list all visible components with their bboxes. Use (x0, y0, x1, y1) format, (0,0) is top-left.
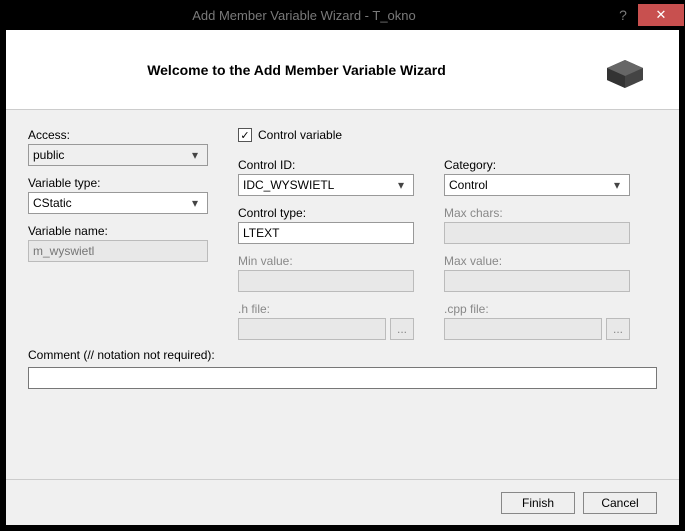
titlebar: Add Member Variable Wizard - T_okno ? ✕ (0, 0, 685, 30)
variable-type-select[interactable]: CStatic ▾ (28, 192, 208, 214)
max-value-label: Max value: (444, 254, 630, 268)
chevron-down-icon: ▾ (187, 148, 203, 162)
column-middle: ✓ Control variable Control ID: IDC_WYSWI… (238, 128, 414, 350)
min-value-label: Min value: (238, 254, 414, 268)
chevron-down-icon: ▾ (609, 178, 625, 192)
form-content: Access: public ▾ Variable type: CStatic … (6, 110, 679, 360)
control-type-input[interactable] (238, 222, 414, 244)
control-type-label: Control type: (238, 206, 414, 220)
box-icon (599, 50, 651, 90)
wizard-window: Add Member Variable Wizard - T_okno ? ✕ … (0, 0, 685, 531)
h-file-label: .h file: (238, 302, 414, 316)
control-id-label: Control ID: (238, 158, 414, 172)
control-variable-checkbox[interactable]: ✓ (238, 128, 252, 142)
access-label: Access: (28, 128, 208, 142)
close-icon: ✕ (656, 7, 667, 23)
help-button[interactable]: ? (608, 7, 638, 23)
variable-type-value: CStatic (33, 196, 187, 210)
cpp-file-label: .cpp file: (444, 302, 630, 316)
variable-name-label: Variable name: (28, 224, 208, 238)
category-value: Control (449, 178, 609, 192)
footer: Finish Cancel (6, 479, 679, 525)
finish-button[interactable]: Finish (501, 492, 575, 514)
window-title: Add Member Variable Wizard - T_okno (0, 8, 608, 23)
access-select[interactable]: public ▾ (28, 144, 208, 166)
column-right: Category: Control ▾ Max chars: Max value… (444, 128, 630, 350)
close-button[interactable]: ✕ (638, 4, 684, 26)
comment-section: Comment (// notation not required): (28, 348, 657, 389)
control-variable-checkbox-row[interactable]: ✓ Control variable (238, 128, 414, 142)
chevron-down-icon: ▾ (393, 178, 409, 192)
chevron-down-icon: ▾ (187, 196, 203, 210)
max-value-input (444, 270, 630, 292)
header-title: Welcome to the Add Member Variable Wizar… (34, 62, 599, 78)
category-label: Category: (444, 158, 630, 172)
max-chars-input (444, 222, 630, 244)
comment-input[interactable] (28, 367, 657, 389)
wizard-body: Welcome to the Add Member Variable Wizar… (6, 30, 679, 525)
cpp-file-input (444, 318, 602, 340)
h-file-input (238, 318, 386, 340)
max-chars-label: Max chars: (444, 206, 630, 220)
access-value: public (33, 148, 187, 162)
checkmark-icon: ✓ (240, 129, 249, 142)
wizard-header: Welcome to the Add Member Variable Wizar… (6, 30, 679, 110)
variable-name-input[interactable] (28, 240, 208, 262)
comment-label: Comment (// notation not required): (28, 348, 657, 362)
column-left: Access: public ▾ Variable type: CStatic … (28, 128, 208, 350)
control-id-select[interactable]: IDC_WYSWIETL ▾ (238, 174, 414, 196)
cancel-button[interactable]: Cancel (583, 492, 657, 514)
min-value-input (238, 270, 414, 292)
h-file-browse-button: ... (390, 318, 414, 340)
cpp-file-browse-button: ... (606, 318, 630, 340)
variable-type-label: Variable type: (28, 176, 208, 190)
control-id-value: IDC_WYSWIETL (243, 178, 393, 192)
control-variable-label: Control variable (258, 128, 342, 142)
category-select[interactable]: Control ▾ (444, 174, 630, 196)
